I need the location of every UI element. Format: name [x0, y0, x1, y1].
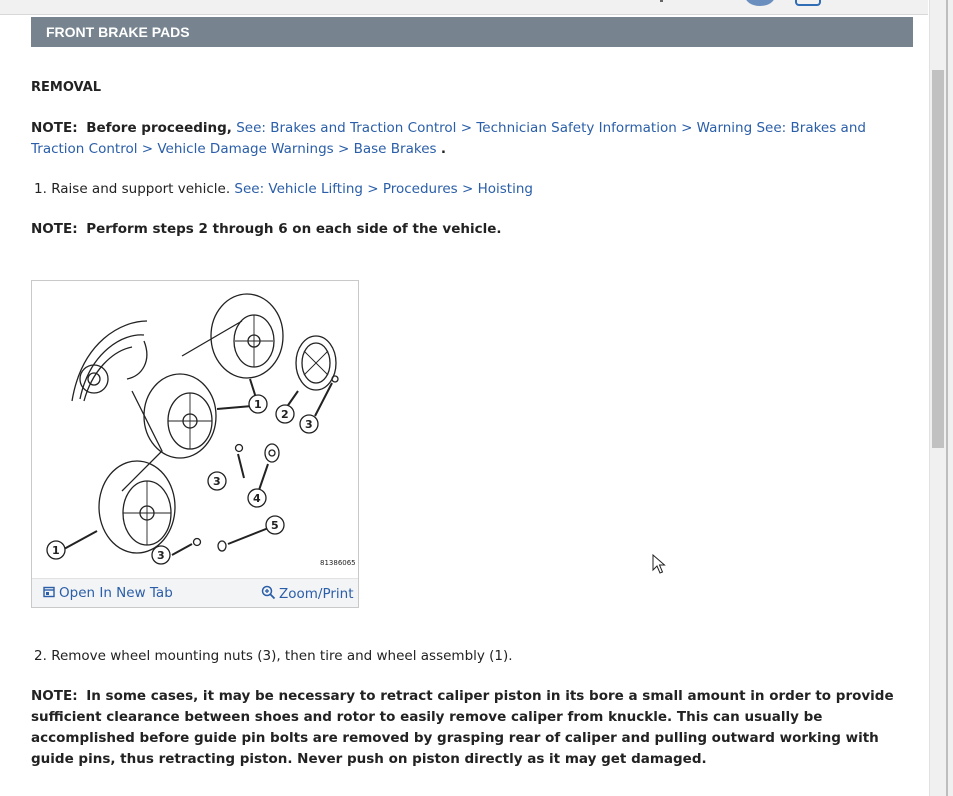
note-caliper: NOTE: In some cases, it may be necessary… — [31, 686, 911, 770]
link-technician-safety[interactable]: See: Brakes and Traction Control > Techn… — [236, 120, 752, 136]
note-label: NOTE: — [31, 688, 78, 704]
scroll-thumb[interactable] — [932, 70, 944, 448]
callout-text: 5 — [271, 519, 279, 532]
wheel-diagram: 1 2 3 3 4 5 1 3 81386065 — [46, 293, 356, 567]
note-label: NOTE: — [31, 221, 78, 237]
callout-text: 1 — [254, 398, 262, 411]
note-text: In some cases, it may be necessary to re… — [31, 688, 894, 767]
step-number: 1. — [34, 181, 47, 197]
note-text: Perform steps 2 through 6 on each side o… — [86, 221, 502, 237]
toolbar-icon[interactable] — [795, 0, 821, 6]
step-1: 1. Raise and support vehicle. See: Vehic… — [31, 179, 533, 200]
mouse-cursor-icon — [652, 554, 666, 574]
zoom-icon — [261, 585, 276, 600]
figure-code: 81386065 — [320, 559, 356, 567]
page-title: FRONT BRAKE PADS — [31, 17, 913, 47]
step-number: 2. — [34, 648, 47, 664]
callout-text: 1 — [52, 544, 60, 557]
scroll-track — [946, 0, 948, 796]
callout-text: 4 — [253, 492, 261, 505]
section-heading-removal: REMOVAL — [31, 80, 102, 95]
toolbar-mark — [660, 0, 663, 2]
step-2: 2. Remove wheel mounting nuts (3), then … — [31, 646, 513, 667]
vertical-scrollbar[interactable] — [929, 0, 953, 796]
note-text: Before proceeding, — [86, 120, 232, 136]
open-new-tab-button[interactable]: Open In New Tab — [43, 585, 173, 601]
zoom-print-button[interactable]: Zoom/Print — [261, 585, 354, 602]
note-label: NOTE: — [31, 120, 78, 136]
callout-text: 3 — [213, 475, 221, 488]
note-before-proceeding: NOTE: Before proceeding, See: Brakes and… — [31, 118, 911, 160]
open-new-tab-label: Open In New Tab — [59, 585, 173, 601]
article-content: FRONT BRAKE PADS REMOVAL NOTE: Before pr… — [31, 17, 913, 767]
user-avatar[interactable] — [745, 0, 775, 6]
wheel-removal-figure: 1 2 3 3 4 5 1 3 81386065 Open In New Tab… — [31, 280, 359, 608]
note-steps: NOTE: Perform steps 2 through 6 on each … — [31, 219, 502, 240]
figure-actions: Open In New Tab Zoom/Print — [32, 578, 358, 607]
step-text: Raise and support vehicle. — [51, 181, 231, 197]
link-hoisting[interactable]: See: Vehicle Lifting > Procedures > Hois… — [234, 181, 533, 197]
callout-text: 3 — [305, 418, 313, 431]
callout-text: 3 — [157, 549, 165, 562]
open-tab-icon — [43, 586, 55, 598]
step-text: Remove wheel mounting nuts (3), then tir… — [51, 648, 513, 664]
note-end: . — [440, 141, 446, 157]
callout-text: 2 — [281, 408, 289, 421]
zoom-print-label: Zoom/Print — [279, 586, 354, 602]
top-toolbar — [0, 0, 928, 15]
